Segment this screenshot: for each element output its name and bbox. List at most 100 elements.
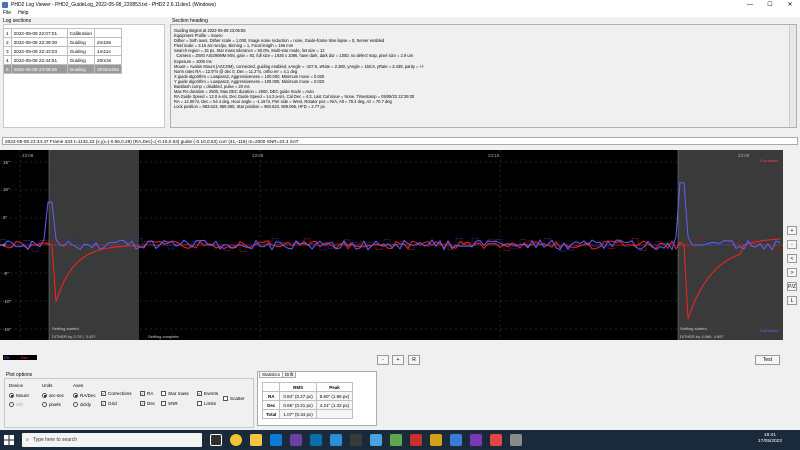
radio-pixels[interactable] — [42, 402, 47, 407]
device-mount-option[interactable]: Mount — [9, 393, 29, 398]
events-checkbox[interactable]: ✓ Events — [197, 391, 218, 396]
table-row[interactable]: 5 2022-05-08 23:05:55 Guiding 3h32m25s — [3, 64, 122, 74]
dec-checkbox[interactable]: ✓ Dec — [140, 401, 155, 406]
app-icon-13[interactable] — [450, 434, 462, 446]
table-row[interactable]: 2 2022-05-08 22:39:30 Guiding 2m18s — [3, 37, 122, 47]
axes-radec-option[interactable]: RA/Dec — [73, 393, 96, 398]
y-tick-m10: -10" — [3, 299, 12, 304]
title-bar: PHD2 Log Viewer - PHD2_GuideLog_2022-05-… — [0, 0, 800, 9]
time-label-4: 23:09 — [738, 153, 750, 158]
header-peak: Peak — [315, 382, 354, 392]
zoom-out-y-button[interactable]: - — [787, 240, 797, 249]
taskbar-search-input[interactable]: ⌕ Type here to search — [22, 433, 202, 447]
windows-start-icon[interactable] — [4, 435, 14, 445]
units-pixels-option[interactable]: pixels — [42, 402, 61, 407]
correction-bar — [591, 244, 599, 248]
limits-checkbox[interactable]: Limits — [197, 401, 216, 406]
snr-checkbox[interactable]: SNR — [161, 401, 178, 406]
dither-label-1: DITHER by 2.79?, 3.43? — [52, 334, 96, 339]
ra-checkbox[interactable]: ✓ RA — [140, 391, 153, 396]
statistics-table: RMS Peak RA 0.84" (0.27 px) 5.60" (1.86 … — [261, 382, 354, 419]
y-tick-m15: -15" — [3, 327, 12, 332]
menu-file[interactable]: File — [3, 10, 11, 16]
menu-bar: File Help — [0, 9, 800, 17]
maximize-button[interactable]: ☐ — [760, 0, 780, 9]
app-icon-14[interactable] — [470, 434, 482, 446]
app-icon — [2, 1, 8, 8]
app-icon-5[interactable] — [290, 434, 302, 446]
correction-bar — [167, 244, 175, 250]
correction-bar — [31, 244, 39, 252]
app-icon-9[interactable] — [370, 434, 382, 446]
taskbar-clock[interactable]: 19:41 17/05/2022 — [758, 433, 782, 445]
star-mass-checkbox[interactable]: Star mass — [161, 391, 189, 396]
correction-label-bottom: Correction — [760, 328, 778, 333]
file-explorer-icon[interactable] — [250, 434, 262, 446]
device-label: Device — [9, 383, 24, 388]
radio-arcsec[interactable] — [42, 393, 47, 398]
settling-started-label-1: Settling started — [52, 326, 79, 331]
minimize-button[interactable]: — — [740, 0, 760, 9]
table-row[interactable]: 1 2022-05-08 22:07:01 Calibration — [3, 28, 122, 38]
radio-dxdy[interactable] — [73, 402, 78, 407]
corrections-checkbox[interactable]: ✓ Corrections — [101, 391, 132, 396]
axes-label: Axes — [73, 383, 84, 388]
table-row: RA 0.84" (0.27 px) 5.60" (1.86 px) — [261, 391, 354, 401]
y-tick-m5: -5" — [3, 271, 9, 276]
time-label-3: 23:10 — [488, 153, 500, 158]
zoom-in-y-button[interactable]: + — [787, 226, 797, 235]
store-icon[interactable] — [270, 434, 282, 446]
legend-ra: RA — [4, 355, 10, 360]
log-sections-table: 1 2022-05-08 22:07:01 Calibration 2 2022-05-… — [3, 28, 122, 74]
settling-complete-label: Settling complete — [148, 334, 179, 339]
radio-mount[interactable] — [9, 393, 14, 398]
tab-drift[interactable]: Drift — [282, 371, 297, 378]
settling-started-label-2: Settling started — [680, 326, 707, 331]
close-button[interactable]: ✕ — [780, 0, 800, 9]
y-tick-10: 10" — [3, 187, 10, 192]
app-icon-12[interactable] — [430, 434, 442, 446]
app-icon-8[interactable] — [350, 434, 362, 446]
app-icon-11[interactable] — [410, 434, 422, 446]
radio-radec[interactable] — [73, 393, 78, 398]
app-icon-16[interactable] — [510, 434, 522, 446]
units-label: Units — [42, 383, 53, 388]
legend-dec: Dec — [21, 355, 29, 360]
table-row[interactable]: 4 2022-05-08 22:44:51 Guiding 20m3s — [3, 55, 122, 65]
table-row[interactable]: 3 2022-05-08 22:43:03 Guiding 1m11s — [3, 46, 122, 56]
reset-zoom-button[interactable]: R — [408, 355, 420, 365]
section-scrollbar[interactable] — [789, 25, 796, 127]
zoom-out-x-button[interactable]: - — [377, 355, 389, 365]
dither-label-2: DITHER by 4.066, 4.697 — [680, 334, 724, 339]
section-heading-box[interactable]: Guiding Begins at 2022-05-08 23:05:55 Eq… — [170, 24, 797, 128]
legend-strip: RA Dec — [3, 355, 37, 360]
limits-button[interactable]: L — [787, 296, 797, 305]
app-icon-10[interactable] — [390, 434, 402, 446]
tab-statistics[interactable]: Statistics — [259, 371, 284, 378]
correction-label-top: Correction — [760, 158, 778, 163]
zoom-in-x-button[interactable]: + — [392, 355, 404, 365]
guiding-chart[interactable]: 23:08 23:09 23:10 23:09 15" 10" 5" 0 -5"… — [0, 150, 783, 340]
chrome-icon[interactable] — [230, 434, 242, 446]
units-arcsec-option[interactable]: arc-sec — [42, 393, 64, 398]
test-button[interactable]: Test — [755, 355, 780, 365]
scroll-right-button[interactable]: > — [787, 268, 797, 277]
app-icon-15[interactable] — [490, 434, 502, 446]
y-tick-15: 15" — [3, 160, 10, 165]
scroll-left-button[interactable]: < — [787, 254, 797, 263]
grid-checkbox[interactable]: ✓ Grid — [101, 401, 117, 406]
table-row: Total 1.07" (0.34 px) — [261, 409, 354, 419]
frame-status-line: 2022-05-08 23:34:47 Frame 433 t=1132.22 … — [2, 137, 798, 145]
menu-help[interactable]: Help — [18, 10, 28, 16]
axes-dxdy-option[interactable]: dx/dy — [73, 402, 91, 407]
section-heading-text: Guiding Begins at 2022-05-08 23:05:55 Eq… — [174, 28, 425, 110]
task-view-icon[interactable] — [210, 434, 222, 446]
app-icon-6[interactable] — [310, 434, 322, 446]
statistics-panel: Statistics Drift RMS Peak RA 0.84" (0.27… — [257, 371, 377, 426]
radio-ao[interactable] — [9, 402, 14, 407]
pan-zoom-button[interactable]: P/Z — [787, 282, 797, 291]
time-label-1: 23:08 — [22, 153, 34, 158]
scatter-checkbox[interactable]: Scatter — [223, 396, 245, 401]
device-ao-option[interactable]: AO — [9, 402, 23, 407]
vscode-icon[interactable] — [330, 434, 342, 446]
